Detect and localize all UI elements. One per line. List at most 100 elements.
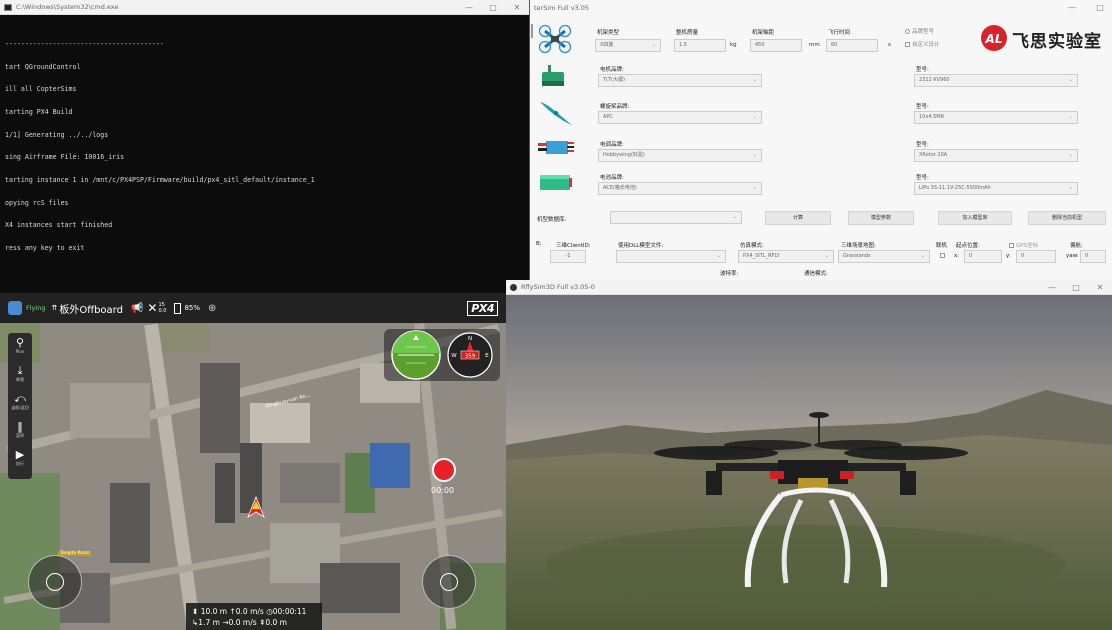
battery-icon[interactable]: [174, 302, 182, 314]
satellite-icon[interactable]: ✕: [147, 301, 157, 315]
flight-time-label: 飞行时间: [828, 30, 851, 36]
record-time: 00:00: [431, 486, 455, 495]
tool-label: 降落: [16, 377, 24, 382]
qgc-menu-icon[interactable]: [8, 301, 22, 315]
total-mass-field[interactable]: 1.5: [674, 39, 726, 52]
left-joystick[interactable]: [28, 555, 82, 609]
battery-brand-select[interactable]: ACE(格氏电池) ⌄: [598, 182, 762, 195]
distance-value: 1.7 m: [198, 618, 220, 627]
wheelbase-field[interactable]: 450: [750, 39, 802, 52]
flight-mode[interactable]: 板外Offboard: [59, 301, 123, 316]
console-line: tarting instance 1 in /mnt/c/PX4PSP/Firm…: [5, 175, 315, 184]
minimize-button[interactable]: —: [1060, 3, 1084, 12]
3d-scene-view[interactable]: [506, 295, 1112, 630]
feisi-lab-logo-text: 飞思实验室: [1012, 32, 1102, 52]
attitude-indicator: [391, 330, 441, 380]
delete-model-button[interactable]: 删除当前机型: [1028, 211, 1106, 225]
rflysim3d-titlebar[interactable]: RflySim3D Full v3.05-0 — □ ✕: [506, 280, 1112, 295]
prop-model-select[interactable]: 10x4.5MR ⌄: [914, 111, 1078, 124]
chevron-down-icon: ⌄: [752, 152, 757, 158]
minimize-button[interactable]: —: [457, 3, 481, 12]
flight-time-field[interactable]: 60: [826, 39, 878, 52]
dll-file-select[interactable]: ⌄: [616, 250, 726, 263]
battery-brand-value: ACE(格氏电池): [603, 185, 637, 191]
tool-land[interactable]: ⤓ 降落: [8, 365, 32, 383]
sim-mode-select[interactable]: PX4_SITL_RFLY ⌄: [738, 250, 834, 263]
chevron-down-icon: ⌄: [752, 185, 757, 191]
tool-label: 返航/返回: [11, 405, 29, 410]
feisi-logo-icon: AL: [981, 25, 1007, 51]
chevron-down-icon: ⌄: [1068, 152, 1073, 158]
qgroundcontrol-window[interactable]: Qinghuayuan Ro... Tongda Road Flying ⇈ 板…: [0, 293, 506, 630]
plan-icon: ⚲: [15, 336, 25, 349]
rc-gear-icon[interactable]: ⊕: [208, 303, 216, 314]
clientid-field[interactable]: -1: [550, 250, 586, 263]
coptersim-titlebar[interactable]: terSim Full v3.05 — □: [530, 0, 1112, 15]
maximize-button[interactable]: □: [1064, 283, 1088, 292]
esc-brand-select[interactable]: Hobbywing(好盈) ⌄: [598, 149, 762, 162]
preset-radio[interactable]: 品牌型号: [905, 27, 934, 35]
chevron-down-icon: ⌄: [752, 114, 757, 120]
scene-map-select[interactable]: Grasslands ⌄: [838, 250, 930, 263]
coptersim-title: terSim Full v3.05: [534, 3, 590, 12]
link-checkbox[interactable]: [940, 253, 947, 259]
add-model-button[interactable]: 加入模型库: [938, 211, 1012, 225]
battery-icon: [540, 175, 572, 190]
tool-pause[interactable]: ‖ 暂停: [8, 421, 32, 439]
chevron-down-icon: ⌄: [752, 77, 757, 83]
rflysim3d-window[interactable]: RflySim3D Full v3.05-0 — □ ✕: [506, 280, 1112, 630]
joystick-knob[interactable]: [440, 573, 458, 591]
checkbox-icon: [1009, 243, 1014, 248]
start-x-field[interactable]: 0: [964, 250, 1002, 263]
megaphone-icon[interactable]: 📢: [131, 303, 143, 314]
console-titlebar[interactable]: C:\Windows\System32\cmd.exe — □ ✕: [0, 0, 529, 15]
custom-checkbox[interactable]: 自定义设计: [905, 40, 940, 48]
maximize-button[interactable]: □: [481, 3, 505, 12]
motor-brand-select[interactable]: T(T(大疆) ⌄: [598, 74, 762, 87]
battery-model-select[interactable]: LiPo 3S-11.1V-25C-5500mAh ⌄: [914, 182, 1078, 195]
prop-brand-select[interactable]: APC ⌄: [598, 111, 762, 124]
console-output: ----------------------------------------…: [0, 15, 529, 268]
prop-brand-value: APC: [603, 114, 613, 120]
dll-file-label: 使用DLL模型文件:: [618, 243, 664, 249]
console-line: tarting PX4 Build: [5, 108, 73, 117]
start-y-field[interactable]: 0: [1016, 250, 1056, 263]
rflysim3d-title: RflySim3D Full v3.05-0: [521, 283, 595, 291]
minimize-button[interactable]: —: [1040, 283, 1064, 292]
close-button[interactable]: ✕: [505, 3, 529, 12]
coptersim-window[interactable]: terSim Full v3.05 — □ 机架类型 整机质量 机架轴距 飞行时…: [530, 0, 1112, 293]
console-line: opying rcS files: [5, 198, 69, 207]
tool-execute[interactable]: ▶ 执行: [8, 449, 32, 467]
scene-map-value: Grasslands: [843, 253, 871, 259]
console-window[interactable]: C:\Windows\System32\cmd.exe — □ ✕ ------…: [0, 0, 530, 293]
model-params-button[interactable]: 模型参数: [848, 211, 914, 225]
flight-time-value: 00:00:11: [272, 607, 307, 616]
yaw-field[interactable]: 0: [1080, 250, 1106, 263]
close-button[interactable]: ✕: [1088, 283, 1112, 292]
desktop: C:\Windows\System32\cmd.exe — □ ✕ ------…: [0, 0, 1112, 630]
right-joystick[interactable]: [422, 555, 476, 609]
gps-coord-checkbox[interactable]: GPS坐标: [1009, 241, 1038, 249]
model-db-select[interactable]: ⌄: [610, 211, 742, 224]
radio-icon: [905, 29, 910, 34]
esc-model-select[interactable]: XRotor 20A ⌄: [914, 149, 1078, 162]
record-button[interactable]: [432, 458, 456, 482]
tool-plan[interactable]: ⚲ Plan: [8, 336, 32, 355]
joystick-knob[interactable]: [46, 573, 64, 591]
svg-text:AL: AL: [985, 32, 1003, 46]
console-line: 1/1] Generating ../../logs: [5, 130, 109, 139]
frame-type-select[interactable]: X四旋 ⌄: [595, 39, 661, 52]
mass-unit: kg: [730, 42, 737, 48]
time-unit: s: [888, 42, 891, 48]
compute-button[interactable]: 计算: [765, 211, 831, 225]
wheelbase-label: 机架轴距: [752, 30, 775, 36]
baud-label: 波特率:: [720, 271, 739, 277]
console-line: ress any key to exit: [5, 243, 85, 252]
tool-label: Plan: [15, 349, 25, 354]
scene-map-label: 三维场景地图:: [841, 243, 876, 249]
maximize-button[interactable]: □: [1088, 3, 1112, 12]
motor-model-select[interactable]: 2312 KV960 ⌄: [914, 74, 1078, 87]
splitter-handle[interactable]: [531, 24, 533, 38]
tool-rtl[interactable]: ⤺ 返航/返回: [8, 393, 32, 411]
motor-model-label: 型号:: [916, 67, 929, 73]
